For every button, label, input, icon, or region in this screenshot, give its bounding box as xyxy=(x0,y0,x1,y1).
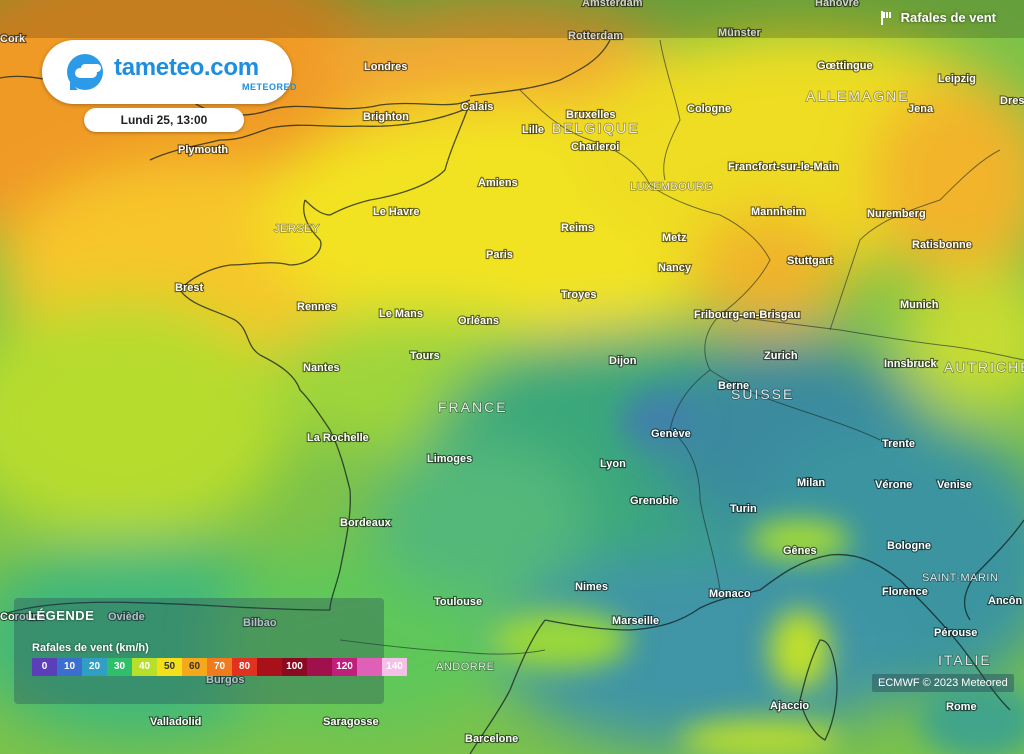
legend-scale-cell: 140 xyxy=(382,658,407,676)
city-label: Ratisbonne xyxy=(912,239,972,251)
city-label: Dijon xyxy=(609,355,637,367)
city-label: La Rochelle xyxy=(307,432,369,444)
legend-color-scale: 0 10 20 30 40 50 60 70 80 100 120 140 xyxy=(32,658,407,676)
city-label: Stuttgart xyxy=(787,255,833,267)
legend-scale-cell: 10 xyxy=(57,658,82,676)
city-label: Leipzig xyxy=(938,73,976,85)
country-label: SAINT-MARIN xyxy=(922,572,998,584)
city-label: Ajaccio xyxy=(770,700,809,712)
city-label: Le Mans xyxy=(379,308,423,320)
city-label: Lyon xyxy=(600,458,626,470)
city-label: Zurich xyxy=(764,350,798,362)
city-label: Rennes xyxy=(297,301,337,313)
legend-scale-cell: 20 xyxy=(82,658,107,676)
city-label: Metz xyxy=(662,232,687,244)
legend-scale-cell: 50 xyxy=(157,658,182,676)
city-label: Bordeaux xyxy=(340,517,392,529)
legend-scale-cell: 70 xyxy=(207,658,232,676)
city-label: Milan xyxy=(797,477,825,489)
legend-scale-cell xyxy=(357,658,382,676)
country-label: FRANCE xyxy=(438,399,508,415)
city-label: Venise xyxy=(937,479,972,491)
city-label: Reims xyxy=(561,222,594,234)
city-label: Paris xyxy=(486,249,513,261)
city-label: Gœttingue xyxy=(817,60,873,72)
city-label: Charleroi xyxy=(571,141,619,153)
legend-panel[interactable]: LÉGENDE Rafales de vent (km/h) 0 10 20 30 40… xyxy=(14,598,407,704)
city-label: Florence xyxy=(882,586,928,598)
city-label: Orléans xyxy=(458,315,499,327)
legend-title: LÉGENDE xyxy=(28,608,95,623)
city-label: Brighton xyxy=(363,111,409,123)
city-label: Calais xyxy=(461,101,493,113)
city-label: Amiens xyxy=(478,177,518,189)
city-label: Francfort-sur-le-Main xyxy=(728,161,839,173)
city-label: Mannheim xyxy=(751,206,806,218)
country-label: ALLEMAGNE xyxy=(806,88,910,104)
city-label: Bruxelles xyxy=(566,109,616,121)
city-label: Valladolid xyxy=(150,716,201,728)
city-label: Londres xyxy=(364,61,407,73)
city-label: Innsbruck xyxy=(884,358,937,370)
country-label: LUXEMBOURG xyxy=(630,181,713,193)
country-label: ITALIE xyxy=(938,652,992,668)
city-label: Munich xyxy=(900,299,939,311)
city-label: Tours xyxy=(410,350,440,362)
legend-scale-cell: 0 xyxy=(32,658,57,676)
city-label: Turin xyxy=(730,503,757,515)
city-label: Grenoble xyxy=(630,495,678,507)
city-label: Saragosse xyxy=(323,716,379,728)
city-label: Dres xyxy=(1000,95,1024,107)
city-label: Troyes xyxy=(561,289,596,301)
layer-selector[interactable]: Rafales de vent xyxy=(879,10,996,25)
top-bar xyxy=(0,0,1024,38)
city-label: Nantes xyxy=(303,362,340,374)
legend-scale-cell xyxy=(307,658,332,676)
city-label: Genève xyxy=(651,428,691,440)
legend-scale-cell xyxy=(257,658,282,676)
city-label: Berne xyxy=(718,380,749,392)
country-label: JERSEY xyxy=(274,223,320,235)
city-label: Marseille xyxy=(612,615,659,627)
city-label: Vérone xyxy=(875,479,912,491)
city-label: Gênes xyxy=(783,545,817,557)
country-label: AUTRICHE xyxy=(944,359,1024,375)
city-label: Ancôn xyxy=(988,595,1023,607)
legend-subtitle: Rafales de vent (km/h) xyxy=(32,642,149,654)
city-label: Monaco xyxy=(709,588,751,600)
city-label: Trente xyxy=(882,438,915,450)
city-label: Plymouth xyxy=(178,144,228,156)
city-label: Toulouse xyxy=(434,596,482,608)
city-label: Lille xyxy=(522,124,544,136)
tameteo-logo[interactable]: tameteo.com METEORED xyxy=(42,40,297,104)
legend-scale-cell: 30 xyxy=(107,658,132,676)
data-credit: ECMWF © 2023 Meteored xyxy=(872,674,1014,692)
country-label: BELGIQUE xyxy=(552,120,640,136)
layer-title: Rafales de vent xyxy=(900,10,996,25)
forecast-date[interactable]: Lundi 25, 13:00 xyxy=(84,108,244,132)
city-label: Nimes xyxy=(575,581,608,593)
legend-scale-cell: 40 xyxy=(132,658,157,676)
legend-scale-cell: 100 xyxy=(282,658,307,676)
city-label: Rome xyxy=(946,701,977,713)
city-label: Fribourg-en-Brisgau xyxy=(694,309,800,321)
legend-scale-cell: 80 xyxy=(232,658,257,676)
city-label: Pérouse xyxy=(934,627,977,639)
cloud-logo-icon xyxy=(67,54,103,90)
legend-scale-cell: 60 xyxy=(182,658,207,676)
windsock-icon xyxy=(879,10,893,25)
city-label: Bologne xyxy=(887,540,931,552)
city-label: Limoges xyxy=(427,453,472,465)
city-label: Cologne xyxy=(687,103,731,115)
city-label: Jena xyxy=(908,103,934,115)
city-label: Barcelone xyxy=(465,733,518,745)
logo-subtitle: METEORED xyxy=(242,82,298,92)
city-label: Brest xyxy=(175,282,203,294)
legend-scale-cell: 120 xyxy=(332,658,357,676)
city-label: Nancy xyxy=(658,262,692,274)
logo-name: tameteo.com xyxy=(114,54,259,81)
country-label: ANDORRE xyxy=(436,661,495,673)
city-label: Le Havre xyxy=(373,206,419,218)
city-label: Nuremberg xyxy=(867,208,926,220)
